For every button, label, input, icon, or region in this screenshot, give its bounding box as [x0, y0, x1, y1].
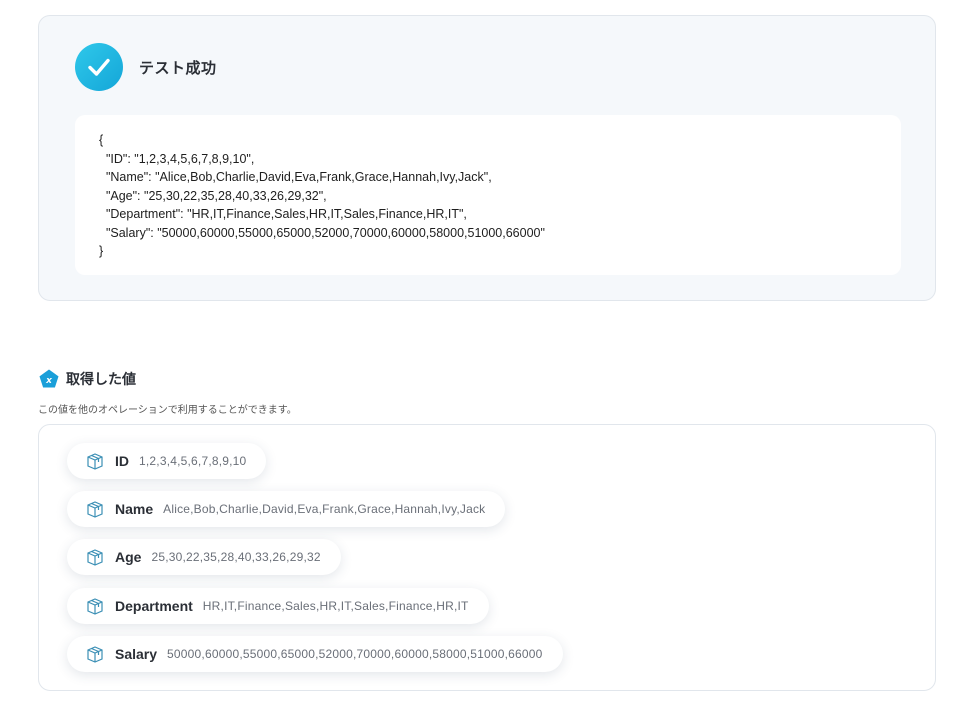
value-text: 1,2,3,4,5,6,7,8,9,10	[139, 454, 247, 468]
values-section-title: 取得した値	[66, 372, 136, 388]
json-line: "ID": "1,2,3,4,5,6,7,8,9,10",	[99, 151, 255, 166]
test-result-title: テスト成功	[139, 59, 217, 77]
value-key: ID	[115, 453, 129, 469]
box-icon	[85, 547, 105, 567]
test-result-card: テスト成功 { "ID": "1,2,3,4,5,6,7,8,9,10", "N…	[38, 15, 936, 301]
values-card: ID 1,2,3,4,5,6,7,8,9,10 Name Alice,Bob,C…	[38, 424, 936, 691]
value-key: Name	[115, 501, 154, 517]
box-icon	[85, 499, 105, 519]
value-pill-id[interactable]: ID 1,2,3,4,5,6,7,8,9,10	[67, 443, 267, 479]
box-icon	[85, 451, 105, 471]
variable-pentagon-icon: x	[38, 368, 60, 390]
box-icon	[85, 596, 105, 616]
value-key: Department	[115, 598, 193, 614]
value-key: Age	[115, 549, 142, 565]
json-line: "Age": "25,30,22,35,28,40,33,26,29,32",	[99, 188, 327, 203]
json-line: "Name": "Alice,Bob,Charlie,David,Eva,Fra…	[99, 170, 492, 184]
values-section-description: この値を他のオペレーションで利用することができます。	[38, 405, 297, 416]
check-circle-icon	[75, 43, 123, 91]
value-text: HR,IT,Finance,Sales,HR,IT,Sales,Finance,…	[202, 599, 469, 613]
svg-text:x: x	[45, 376, 53, 386]
value-pill-salary[interactable]: Salary 50000,60000,55000,65000,52000,700…	[67, 636, 563, 672]
json-output-box: { "ID": "1,2,3,4,5,6,7,8,9,10", "Name": …	[75, 115, 901, 275]
value-key: Salary	[115, 646, 158, 662]
value-pill-department[interactable]: Department HR,IT,Finance,Sales,HR,IT,Sal…	[67, 588, 489, 624]
value-pill-age[interactable]: Age 25,30,22,35,28,40,33,26,29,32	[67, 539, 341, 575]
value-text: 50000,60000,55000,65000,52000,70000,6000…	[167, 647, 543, 661]
values-section-header: x 取得した値	[38, 368, 136, 390]
json-line: "Salary": "50000,60000,55000,65000,52000…	[99, 225, 545, 240]
box-icon	[85, 644, 105, 664]
json-line: "Department": "HR,IT,Finance,Sales,HR,IT…	[99, 207, 467, 221]
json-line: }	[99, 244, 104, 258]
value-pill-name[interactable]: Name Alice,Bob,Charlie,David,Eva,Frank,G…	[67, 491, 506, 527]
value-text: Alice,Bob,Charlie,David,Eva,Frank,Grace,…	[163, 502, 486, 516]
value-text: 25,30,22,35,28,40,33,26,29,32	[151, 550, 321, 564]
json-line: {	[99, 133, 104, 147]
